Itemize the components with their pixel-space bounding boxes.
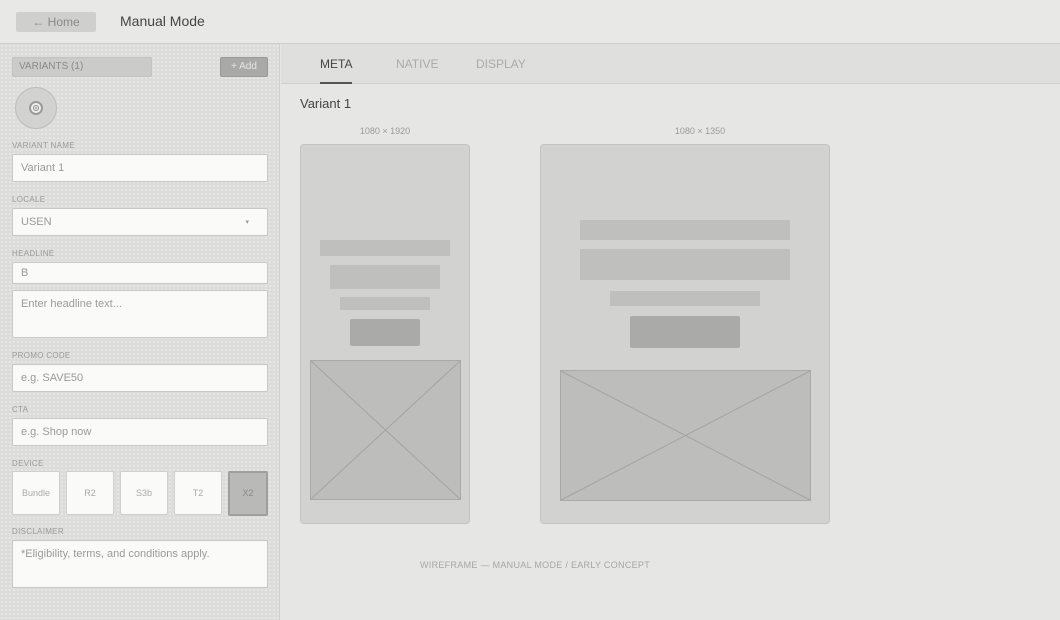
disclaimer-label: DISCLAIMER <box>12 527 64 536</box>
promo-code-input[interactable]: e.g. SAVE50 <box>12 364 268 392</box>
headline-format-bar[interactable]: B <box>12 262 268 284</box>
locale-value: USEN <box>21 216 52 228</box>
sidebar: VARIANTS (1) + Add VARIANT NAME Variant … <box>0 44 280 620</box>
variant-avatar[interactable] <box>15 87 57 129</box>
variant-title: Variant 1 <box>300 96 352 111</box>
promo-code-label: PROMO CODE <box>12 351 71 360</box>
tab-bar: META NATIVE DISPLAY <box>281 44 1060 84</box>
cta-placeholder <box>630 316 740 348</box>
gear-icon-glyph <box>33 105 39 111</box>
chevron-down-icon: ▾ <box>245 219 249 226</box>
preview-frame-portrait[interactable] <box>300 144 470 524</box>
headline-label: HEADLINE <box>12 249 55 258</box>
add-variant-button[interactable]: + Add <box>220 57 268 77</box>
image-cross <box>311 361 460 499</box>
disclaimer-textarea[interactable]: *Eligibility, terms, and conditions appl… <box>12 540 268 588</box>
image-placeholder <box>310 360 461 500</box>
cta-input[interactable]: e.g. Shop now <box>12 418 268 446</box>
variants-dropdown[interactable]: VARIANTS (1) <box>12 57 152 77</box>
wireframe-note: WIREFRAME — MANUAL MODE / EARLY CONCEPT <box>419 560 651 570</box>
locale-select[interactable]: USEN ▾ <box>12 208 268 236</box>
headline-textarea[interactable]: Enter headline text... <box>12 290 268 338</box>
gear-icon <box>29 101 43 115</box>
device-option-t2[interactable]: T2 <box>174 471 222 515</box>
cta-label: CTA <box>12 405 29 414</box>
tab-display[interactable]: DISPLAY <box>476 44 526 84</box>
device-option-r2[interactable]: R2 <box>66 471 114 515</box>
device-option-s3b[interactable]: S3b <box>120 471 168 515</box>
device-label: DEVICE <box>12 459 44 468</box>
preview-dimensions-label: 1080 × 1350 <box>674 126 726 136</box>
image-cross <box>561 371 810 500</box>
tab-native[interactable]: NATIVE <box>396 44 438 84</box>
variant-name-label: VARIANT NAME <box>12 141 75 150</box>
headline-placeholder <box>320 240 450 256</box>
image-placeholder <box>560 370 811 501</box>
variant-name-input[interactable]: Variant 1 <box>12 154 268 182</box>
locale-label: LOCALE <box>12 195 46 204</box>
headline-placeholder <box>580 220 790 240</box>
home-button[interactable]: ← Home <box>16 12 96 32</box>
device-option-bundle[interactable]: Bundle <box>12 471 60 515</box>
subhead-placeholder <box>330 265 440 289</box>
body-placeholder <box>340 297 430 310</box>
device-option-x2[interactable]: X2 <box>228 471 268 516</box>
body-placeholder <box>610 291 760 306</box>
preview-frame-feed[interactable] <box>540 144 830 524</box>
tab-meta[interactable]: META <box>320 44 353 84</box>
top-bar: ← Home Manual Mode <box>0 0 1060 44</box>
cta-placeholder <box>350 319 420 346</box>
subhead-placeholder <box>580 249 790 280</box>
page-title: Manual Mode <box>120 13 205 29</box>
preview-dimensions-label: 1080 × 1920 <box>359 126 411 136</box>
